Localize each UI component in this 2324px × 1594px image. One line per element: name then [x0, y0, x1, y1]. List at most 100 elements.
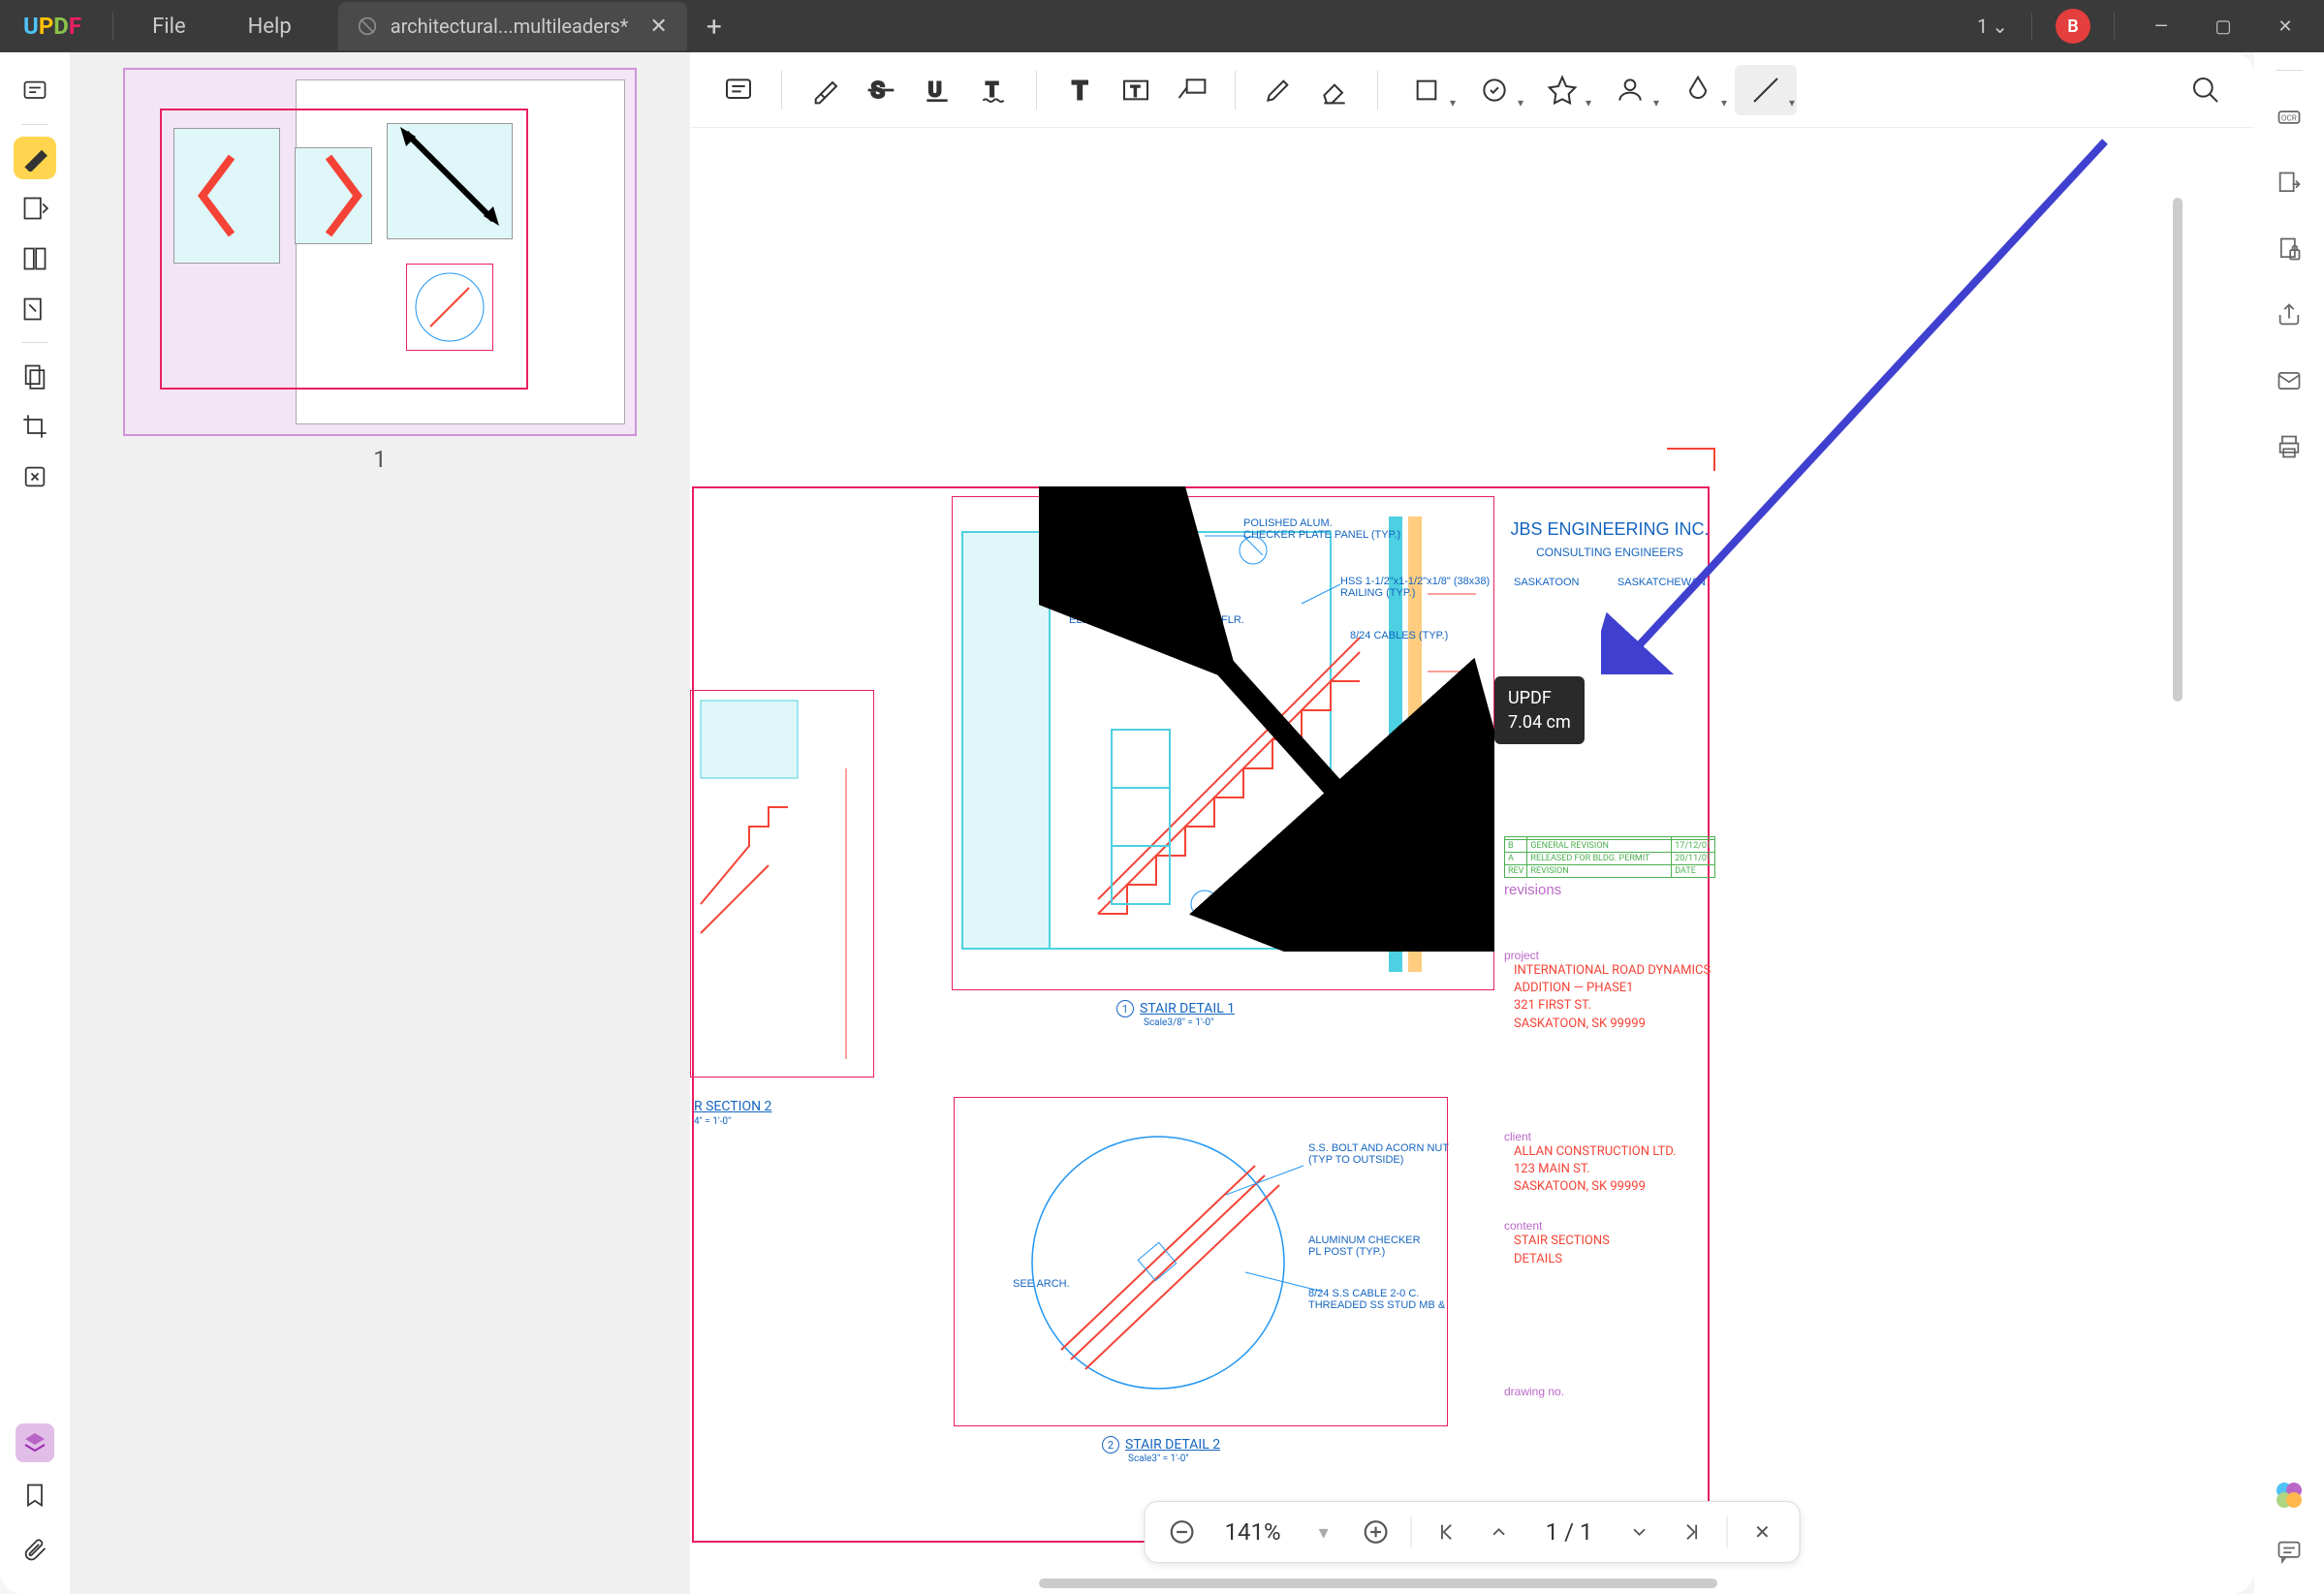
- squiggly-tool[interactable]: T: [968, 65, 1019, 115]
- svg-text:U: U: [928, 78, 942, 102]
- print-icon[interactable]: [2270, 427, 2308, 466]
- revisions-table: BGENERAL REVISION17/12/01 ARELEASED FOR …: [1504, 836, 1715, 878]
- measurement-tooltip: UPDF 7.04 cm: [1494, 676, 1585, 744]
- attachment-icon[interactable]: [14, 1528, 56, 1571]
- close-button[interactable]: ✕: [2262, 7, 2308, 46]
- svg-text:SEE ARCH.: SEE ARCH.: [1013, 1278, 1070, 1290]
- stair-detail-1-label: STAIR DETAIL 1: [1140, 1001, 1235, 1016]
- svg-text:CHECKER PLATE PANEL (TYP.): CHECKER PLATE PANEL (TYP.): [1243, 529, 1400, 541]
- section-2-label: R SECTION 2: [694, 1099, 771, 1114]
- svg-text:ALUMINUM CHECKER: ALUMINUM CHECKER: [1308, 1235, 1421, 1246]
- signature-tool[interactable]: ▾: [1599, 65, 1661, 115]
- app-logo: UPDF: [0, 13, 105, 40]
- highlight-tool-icon[interactable]: [14, 137, 56, 179]
- highlighter-tool[interactable]: [800, 65, 850, 115]
- city1: SASKATOON: [1514, 577, 1579, 588]
- shape-tool[interactable]: ▾: [1396, 65, 1458, 115]
- stair-detail-2-label: STAIR DETAIL 2: [1125, 1437, 1220, 1453]
- tab-close-icon[interactable]: ✕: [649, 15, 667, 39]
- svg-text:OCR: OCR: [2281, 113, 2297, 123]
- svg-text:8/24 S.S CABLE 2-0 C.: 8/24 S.S CABLE 2-0 C.: [1308, 1288, 1419, 1299]
- email-icon[interactable]: [2270, 361, 2308, 400]
- text-tool[interactable]: T: [1054, 65, 1105, 115]
- ocr-icon[interactable]: OCR: [2270, 98, 2308, 137]
- chat-icon[interactable]: [2270, 1532, 2308, 1571]
- ink-tool[interactable]: ▾: [1667, 65, 1729, 115]
- search-icon[interactable]: [2181, 65, 2231, 115]
- stair-detail-2-scale: Scale3" = 1'-0": [1128, 1453, 1189, 1464]
- document-icon: [358, 16, 377, 36]
- vertical-scrollbar[interactable]: [2173, 198, 2183, 702]
- svg-text:THREADED SS STUD MB & S.S. NUT: THREADED SS STUD MB & S.S. NUT: [1308, 1299, 1449, 1311]
- svg-text:T: T: [1072, 75, 1088, 106]
- titlebar: UPDF File Help architectural...multilead…: [0, 0, 2324, 52]
- crop-tool-icon[interactable]: [14, 405, 56, 448]
- drawing-no-label: drawing no.: [1504, 1385, 1715, 1398]
- window-count-dropdown[interactable]: 1⌄: [1977, 15, 2008, 38]
- thumbnail-page-number: 1: [85, 446, 675, 473]
- pencil-tool[interactable]: [1253, 65, 1303, 115]
- zoom-dropdown[interactable]: ▾: [1306, 1515, 1341, 1549]
- svg-text:POLISHED ALUM.: POLISHED ALUM.: [1243, 517, 1333, 529]
- redact-tool-icon[interactable]: [14, 455, 56, 498]
- project-label: project: [1504, 949, 1715, 962]
- page-thumbnail[interactable]: [123, 68, 637, 436]
- first-page-button[interactable]: [1429, 1515, 1464, 1549]
- svg-text:(TYP TO OUTSIDE): (TYP TO OUTSIDE): [1308, 1154, 1403, 1166]
- right-sidebar: OCR: [2254, 52, 2324, 1594]
- zoom-out-button[interactable]: [1165, 1515, 1200, 1549]
- pages-tool-icon[interactable]: [14, 237, 56, 280]
- svg-text:T: T: [1131, 81, 1141, 100]
- layers-icon[interactable]: [16, 1423, 54, 1462]
- revisions-label: revisions: [1504, 882, 1715, 898]
- eraser-tool[interactable]: [1309, 65, 1360, 115]
- document-canvas[interactable]: POLISHED ALUM. CHECKER PLATE PANEL (TYP.…: [690, 128, 2254, 1594]
- menu-help[interactable]: Help: [217, 15, 323, 39]
- new-tab-button[interactable]: +: [687, 11, 741, 43]
- svg-text:ELEV. 5'-1/2" TOP OF LANDING: ELEV. 5'-1/2" TOP OF LANDING: [1340, 784, 1495, 796]
- measure-tool[interactable]: ▾: [1735, 65, 1797, 115]
- next-page-button[interactable]: [1621, 1515, 1656, 1549]
- page-control-bar: 141% ▾ 1 / 1 ✕: [1145, 1501, 1801, 1563]
- pin-tool[interactable]: ▾: [1531, 65, 1593, 115]
- stair-detail-1-scale: Scale3/8" = 1'-0": [1144, 1017, 1213, 1028]
- user-avatar[interactable]: B: [2056, 9, 2090, 44]
- note-tool[interactable]: [713, 65, 764, 115]
- main-area: S U T T T ▾ ▾ ▾ ▾ ▾ ▾: [690, 52, 2254, 1594]
- ai-assistant-icon[interactable]: [2272, 1478, 2307, 1513]
- share-icon[interactable]: [2270, 296, 2308, 334]
- zoom-in-button[interactable]: [1359, 1515, 1394, 1549]
- bookmark-icon[interactable]: [14, 1474, 56, 1516]
- strikethrough-tool[interactable]: S: [856, 65, 906, 115]
- fill-tool-icon[interactable]: [14, 288, 56, 330]
- client-label: client: [1504, 1130, 1715, 1143]
- organize-icon[interactable]: [14, 355, 56, 397]
- city2: SASKATCHEWAN: [1617, 577, 1706, 588]
- tab-label: architectural...multileaders*: [391, 15, 629, 38]
- underline-tool[interactable]: U: [912, 65, 962, 115]
- comment-tool-icon[interactable]: [14, 70, 56, 112]
- svg-text:ELEV. 11'-0" TOP OF SECOND FLR: ELEV. 11'-0" TOP OF SECOND FLR.: [1069, 614, 1244, 626]
- prev-page-button[interactable]: [1482, 1515, 1517, 1549]
- company-name: JBS ENGINEERING INC.: [1504, 519, 1715, 540]
- svg-text:PL POST (TYP.): PL POST (TYP.): [1308, 1246, 1385, 1258]
- document-tab[interactable]: architectural...multileaders* ✕: [338, 2, 687, 50]
- convert-icon[interactable]: [2270, 164, 2308, 203]
- textbox-tool[interactable]: T: [1111, 65, 1161, 115]
- thumbnail-panel: 1: [70, 52, 690, 1594]
- maximize-button[interactable]: ▢: [2200, 7, 2246, 46]
- minimize-button[interactable]: —: [2138, 7, 2184, 46]
- content-label: content: [1504, 1219, 1715, 1233]
- stamp-tool[interactable]: ▾: [1463, 65, 1525, 115]
- menu-file[interactable]: File: [121, 15, 217, 39]
- close-pagebar-button[interactable]: ✕: [1744, 1515, 1779, 1549]
- company-subtitle: CONSULTING ENGINEERS: [1504, 546, 1715, 559]
- svg-text:S.S. BOLT AND ACORN NUT: S.S. BOLT AND ACORN NUT: [1308, 1142, 1449, 1154]
- callout-tool[interactable]: [1167, 65, 1217, 115]
- edit-tool-icon[interactable]: [14, 187, 56, 230]
- section-2-scale: 4" = 1'-0": [694, 1116, 731, 1127]
- svg-text:RAILING (TYP.): RAILING (TYP.): [1340, 587, 1415, 599]
- last-page-button[interactable]: [1674, 1515, 1709, 1549]
- protect-icon[interactable]: [2270, 230, 2308, 268]
- horizontal-scrollbar[interactable]: [1039, 1578, 1717, 1588]
